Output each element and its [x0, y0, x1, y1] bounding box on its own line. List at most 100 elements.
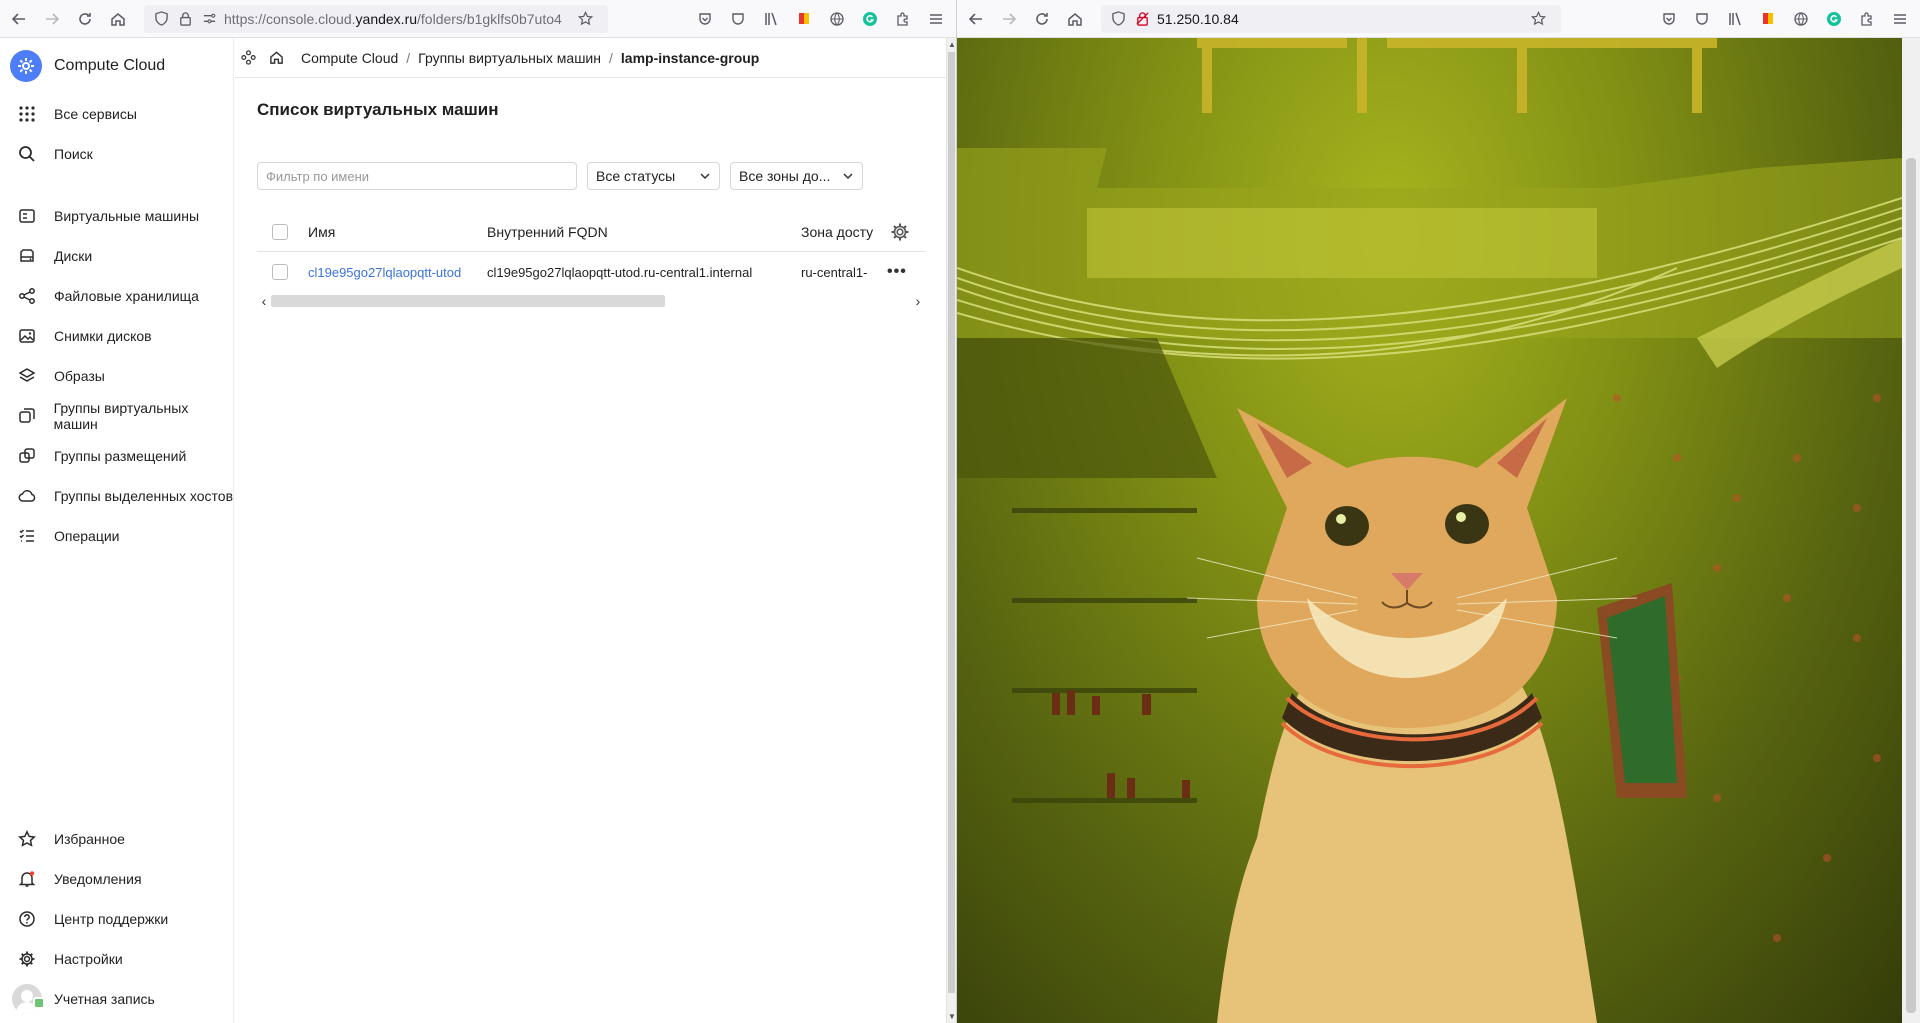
breadcrumb-compute-cloud[interactable]: Compute Cloud	[301, 50, 398, 66]
scroll-down-icon[interactable]: ▼	[948, 1012, 956, 1021]
bookmark-star-icon[interactable]	[1529, 10, 1547, 28]
url-text: https://console.cloud.yandex.ru/folders/…	[224, 10, 562, 27]
globe-icon[interactable]	[1787, 5, 1815, 33]
library-icon[interactable]	[1721, 5, 1749, 33]
scrollbar-thumb[interactable]	[948, 52, 955, 993]
sidebar-item-images[interactable]: Образы	[0, 356, 233, 396]
select-all-checkbox[interactable]	[272, 223, 288, 240]
shield-icon[interactable]	[152, 10, 170, 28]
page-vertical-scrollbar[interactable]: ▲ ▼	[946, 38, 956, 1023]
bookmark-flag-icon[interactable]	[1754, 5, 1782, 33]
right-browser-window: 51.250.10.84	[957, 0, 1920, 1023]
address-bar[interactable]: https://console.cloud.yandex.ru/folders/…	[144, 4, 608, 33]
sidebar-item-notifications[interactable]: Уведомления	[0, 859, 233, 899]
row-actions-more-icon[interactable]: •••	[887, 263, 907, 281]
scrollbar-thumb[interactable]	[271, 295, 665, 307]
zone-select-value: Все зоны до...	[739, 168, 831, 184]
grammarly-icon[interactable]	[1820, 5, 1848, 33]
filters-bar: Фильтр по имени Все статусы Все зоны до.…	[257, 162, 946, 190]
pocket-icon[interactable]	[1688, 5, 1716, 33]
browser-toolbar: 51.250.10.84	[957, 0, 1920, 38]
sidebar-item-support[interactable]: Центр поддержки	[0, 899, 233, 939]
insecure-lock-icon[interactable]	[1133, 10, 1151, 28]
table-horizontal-scrollbar[interactable]: ‹ ›	[257, 293, 925, 309]
status-select[interactable]: Все статусы	[587, 162, 720, 190]
sidebar-item-operations[interactable]: Операции	[0, 516, 233, 556]
sidebar-item-favorites[interactable]: Избранное	[0, 819, 233, 859]
table-row[interactable]: cl19e95go27lqlaopqtt-utod cl19e95go27lql…	[257, 252, 925, 292]
back-icon[interactable]	[5, 5, 33, 33]
reload-icon[interactable]	[71, 5, 99, 33]
reload-icon[interactable]	[1028, 5, 1056, 33]
menu-icon[interactable]	[1886, 5, 1914, 33]
column-header-name[interactable]: Имя	[308, 224, 487, 240]
breadcrumb-current: lamp-instance-group	[620, 49, 760, 66]
sidebar-item-search[interactable]: Поиск	[0, 134, 233, 174]
sidebar-item-account[interactable]: Учетная запись	[0, 979, 233, 1019]
sidebar-item-snapshots[interactable]: Снимки дисков	[0, 316, 233, 356]
column-header-fqdn[interactable]: Внутренний FQDN	[487, 224, 801, 240]
services-icon[interactable]	[237, 47, 259, 69]
lock-icon[interactable]	[176, 10, 194, 28]
sidebar-item-vms[interactable]: Виртуальные машины	[0, 196, 233, 236]
disk-icon	[16, 245, 38, 267]
name-filter-input[interactable]: Фильтр по имени	[257, 162, 577, 190]
column-header-zone[interactable]: Зона досту	[801, 224, 873, 240]
vm-table: Имя Внутренний FQDN Зона досту cl19e95go…	[257, 212, 925, 292]
page-vertical-scrollbar[interactable]	[1902, 38, 1920, 1023]
home-icon[interactable]	[1061, 5, 1089, 33]
menu-icon[interactable]	[922, 5, 950, 33]
sidebar-item-host-groups[interactable]: Группы выделенных хостов	[0, 476, 233, 516]
chevron-down-icon	[843, 173, 853, 180]
layers-icon	[16, 365, 38, 387]
home-icon[interactable]	[104, 5, 132, 33]
compute-cloud-logo-icon	[10, 50, 42, 82]
chevron-down-icon	[700, 173, 710, 180]
bookmark-flag-icon[interactable]	[790, 5, 818, 33]
extensions-icon[interactable]	[1853, 5, 1881, 33]
save-pocket-icon[interactable]	[691, 5, 719, 33]
lock-badge-icon	[33, 997, 45, 1009]
vm-name-link[interactable]: cl19e95go27lqlaopqtt-utod	[308, 265, 487, 280]
list-icon	[16, 525, 38, 547]
scroll-left-icon[interactable]: ‹	[257, 293, 271, 309]
row-checkbox[interactable]	[272, 264, 288, 280]
sidebar-item-label: Файловые хранилища	[54, 288, 199, 304]
sidebar-item-file-storage[interactable]: Файловые хранилища	[0, 276, 233, 316]
scrollbar-thumb[interactable]	[1906, 158, 1916, 1013]
bell-icon	[16, 868, 38, 890]
breadcrumb-instance-groups[interactable]: Группы виртуальных машин	[418, 50, 601, 66]
sidebar-item-placement-groups[interactable]: Группы размещений	[0, 436, 233, 476]
globe-icon[interactable]	[823, 5, 851, 33]
sidebar-item-instance-groups[interactable]: Группы виртуальных машин	[0, 396, 233, 436]
sidebar-item-settings[interactable]: Настройки	[0, 939, 233, 979]
extensions-icon[interactable]	[889, 5, 917, 33]
forward-icon[interactable]	[38, 5, 66, 33]
scroll-right-icon[interactable]: ›	[911, 293, 925, 309]
back-icon[interactable]	[962, 5, 990, 33]
grammarly-icon[interactable]	[856, 5, 884, 33]
sidebar-item-label: Операции	[54, 528, 120, 544]
bookmark-star-icon[interactable]	[576, 10, 594, 28]
table-header: Имя Внутренний FQDN Зона досту	[257, 212, 925, 252]
sidebar-item-label: Группы виртуальных машин	[53, 400, 189, 432]
placement-icon	[16, 445, 38, 467]
scroll-up-icon[interactable]: ▲	[948, 40, 956, 49]
sidebar-item-all-services[interactable]: Все сервисы	[0, 94, 233, 134]
table-settings-gear-icon[interactable]	[889, 221, 911, 243]
sidebar-item-label: Группы выделенных хостов	[54, 488, 234, 504]
zone-select[interactable]: Все зоны до...	[730, 162, 863, 190]
shield-icon[interactable]	[1109, 10, 1127, 28]
address-bar[interactable]: 51.250.10.84	[1101, 4, 1561, 33]
library-icon[interactable]	[757, 5, 785, 33]
save-pocket-icon[interactable]	[1655, 5, 1683, 33]
sidebar-bottom: Избранное Уведомления Центр поддержки На…	[0, 819, 233, 1023]
forward-icon[interactable]	[995, 5, 1023, 33]
vm-icon	[16, 205, 38, 227]
home-icon[interactable]	[265, 47, 287, 69]
sidebar-item-disks[interactable]: Диски	[0, 236, 233, 276]
group-icon	[16, 405, 38, 427]
pocket-icon[interactable]	[724, 5, 752, 33]
brand[interactable]: Compute Cloud	[0, 38, 233, 94]
permissions-icon[interactable]	[200, 10, 218, 28]
